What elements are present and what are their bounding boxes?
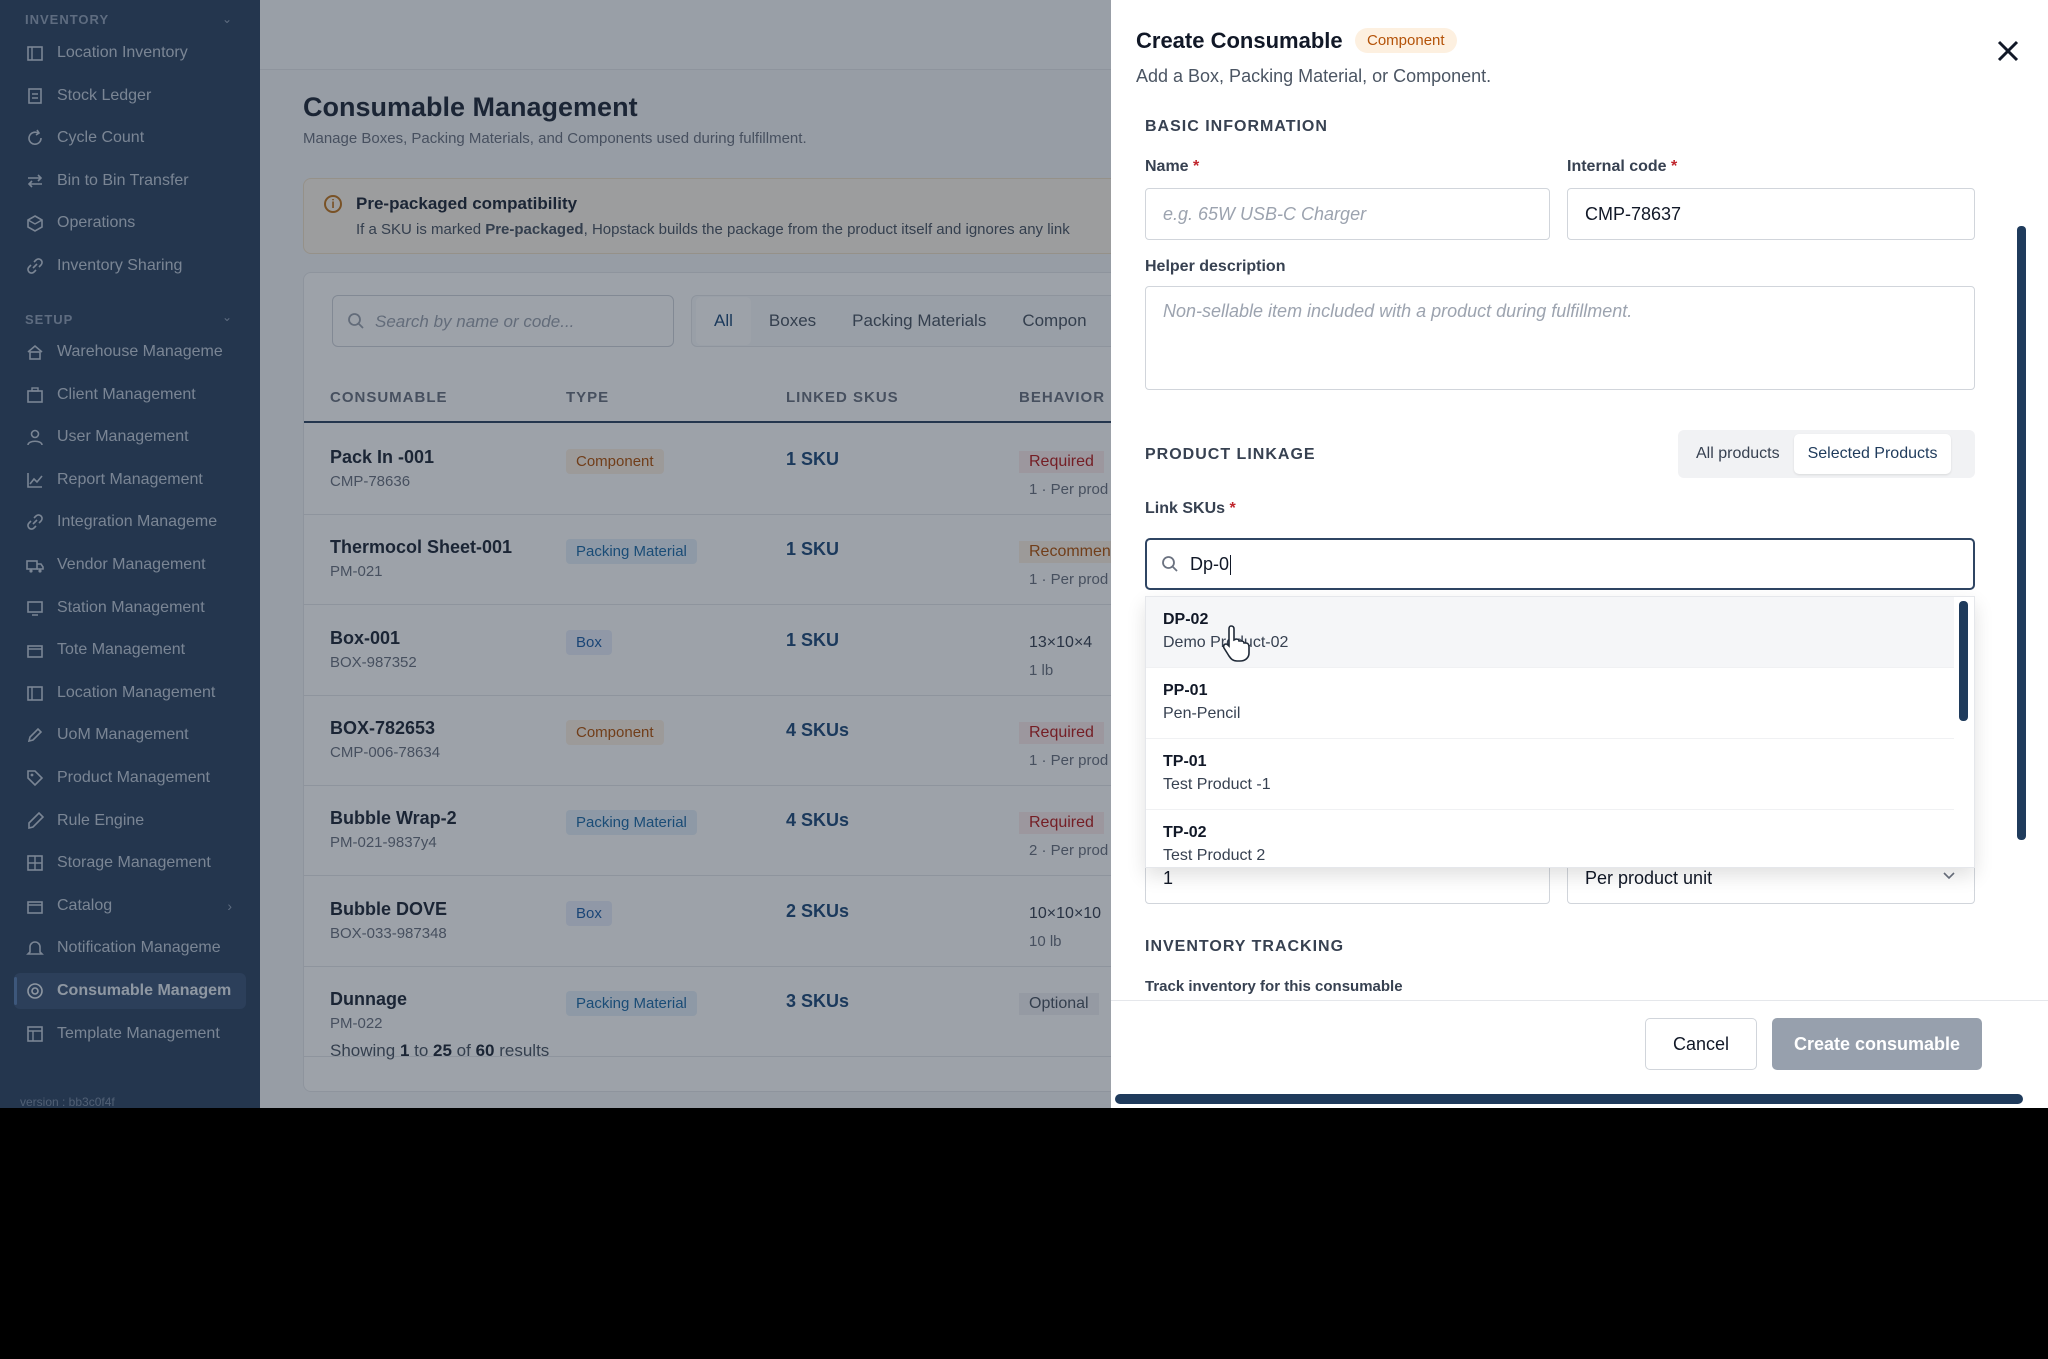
selected-products-option[interactable]: Selected Products bbox=[1793, 434, 1952, 474]
create-consumable-drawer: Create Consumable Component Add a Box, P… bbox=[1111, 0, 2048, 1108]
section-inventory-tracking: INVENTORY TRACKING bbox=[1145, 938, 1345, 955]
all-products-option[interactable]: All products bbox=[1682, 434, 1794, 474]
sku-option-name: Test Product 2 bbox=[1163, 847, 1266, 864]
hand-cursor-icon bbox=[1222, 625, 1250, 662]
footer-divider bbox=[1111, 1000, 2048, 1001]
sku-option[interactable]: TP-01 Test Product -1 bbox=[1146, 739, 1954, 810]
sku-option[interactable]: DP-02 Demo Product-02 bbox=[1146, 597, 1954, 668]
sku-option[interactable]: PP-01 Pen-Pencil bbox=[1146, 668, 1954, 739]
sku-option-code: TP-01 bbox=[1163, 753, 1207, 770]
create-consumable-button[interactable]: Create consumable bbox=[1772, 1018, 1982, 1070]
chevron-down-icon bbox=[1943, 872, 1955, 880]
linkage-toggle: All products Selected Products bbox=[1678, 430, 1975, 478]
sku-option-name: Pen-Pencil bbox=[1163, 705, 1241, 722]
section-product-linkage: PRODUCT LINKAGE bbox=[1145, 446, 1316, 463]
name-label: Name * bbox=[1145, 158, 1200, 175]
modal-backdrop[interactable] bbox=[0, 0, 1111, 1108]
name-field[interactable]: e.g. 65W USB-C Charger bbox=[1145, 188, 1550, 240]
link-skus-label: Link SKUs * bbox=[1145, 500, 1236, 517]
per-unit-value: Per product unit bbox=[1585, 867, 1713, 888]
drawer-title: Create Consumable bbox=[1136, 28, 1343, 53]
sku-option[interactable]: TP-02 Test Product 2 bbox=[1146, 810, 1954, 867]
internal-code-label: Internal code * bbox=[1567, 158, 1678, 175]
track-inventory-label: Track inventory for this consumable bbox=[1145, 978, 1403, 995]
app-window: INVENTORY ⌄ Location Inventory Stock Ledg… bbox=[0, 0, 2048, 1108]
cancel-button[interactable]: Cancel bbox=[1645, 1018, 1757, 1070]
sku-search-input[interactable]: Dp-0 bbox=[1145, 538, 1975, 590]
dropdown-scrollbar[interactable] bbox=[1959, 601, 1968, 721]
drawer-scrollbar[interactable] bbox=[2017, 226, 2026, 840]
internal-code-field[interactable]: CMP-78637 bbox=[1567, 188, 1975, 240]
helper-description-field[interactable]: Non-sellable item included with a produc… bbox=[1145, 286, 1975, 390]
sku-option-code: DP-02 bbox=[1163, 611, 1209, 628]
sku-option-name: Test Product -1 bbox=[1163, 776, 1271, 793]
sku-options-dropdown: DP-02 Demo Product-02 PP-01 Pen-Pencil TP-01… bbox=[1145, 596, 1975, 868]
section-basic-information: BASIC INFORMATION bbox=[1145, 118, 1328, 135]
sku-option-code: TP-02 bbox=[1163, 824, 1207, 841]
horizontal-scrollbar[interactable] bbox=[1115, 1094, 2023, 1104]
close-icon[interactable] bbox=[1993, 36, 2023, 66]
helper-description-label: Helper description bbox=[1145, 258, 1286, 275]
sku-option-code: PP-01 bbox=[1163, 682, 1208, 699]
search-icon bbox=[1162, 556, 1178, 572]
drawer-subtitle: Add a Box, Packing Material, or Componen… bbox=[1136, 66, 1492, 86]
type-badge: Component bbox=[1355, 28, 1457, 53]
sku-search-value: Dp-0 bbox=[1190, 554, 1232, 576]
